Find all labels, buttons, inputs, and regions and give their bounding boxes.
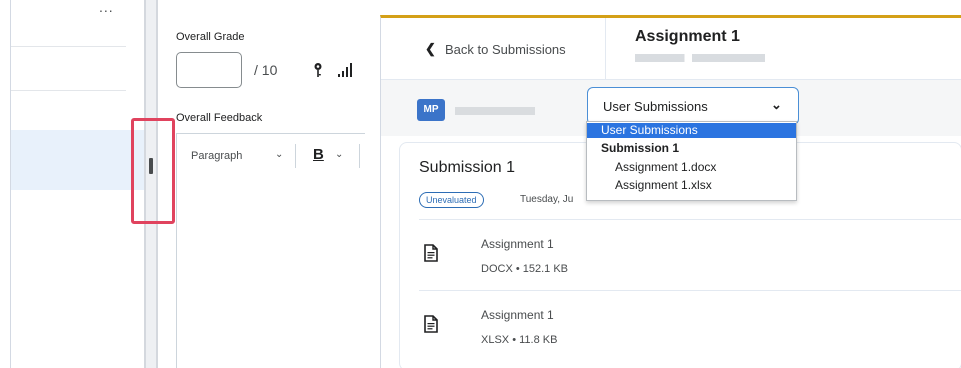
app-root: ... Overall Grade / 10 Overall Feedback … xyxy=(0,0,961,368)
assignment-subtitle-blurred xyxy=(635,54,765,62)
dropdown-option-user-submissions[interactable]: User Submissions xyxy=(587,123,796,138)
file-meta: DOCX • 152.1 KB xyxy=(481,263,568,275)
document-icon xyxy=(424,315,438,333)
toolbar-separator xyxy=(295,144,296,168)
student-name-blurred xyxy=(455,107,535,115)
assignment-title: Assignment 1 xyxy=(635,28,740,45)
file-row[interactable]: Assignment 1 DOCX • 152.1 KB xyxy=(419,219,961,289)
editor-toolbar: Paragraph ⌄ B ⌄ xyxy=(177,134,366,176)
submission-dropdown-menu: User Submissions Submission 1 Assignment… xyxy=(586,121,797,201)
overall-grade-label: Overall Grade xyxy=(176,31,245,43)
submission-title: Submission 1 xyxy=(419,159,516,176)
submission-date: Tuesday, Ju xyxy=(520,194,574,205)
file-name[interactable]: Assignment 1 xyxy=(481,237,554,251)
file-type: XLSX xyxy=(481,334,510,346)
dropdown-option-xlsx[interactable]: Assignment 1.xlsx xyxy=(587,178,796,193)
file-size: 11.8 KB xyxy=(519,334,558,346)
grading-panel: ... Overall Grade / 10 Overall Feedback … xyxy=(0,0,365,368)
chevron-down-icon[interactable]: ⌄ xyxy=(275,149,283,160)
chevron-down-icon[interactable]: ⌄ xyxy=(771,97,782,113)
avatar: MP xyxy=(417,99,445,121)
list-divider xyxy=(11,90,126,91)
header-separator xyxy=(605,18,606,80)
dropdown-group-submission-1: Submission 1 xyxy=(601,141,680,155)
file-type: DOCX xyxy=(481,263,513,275)
submission-header: ❮ Back to Submissions Assignment 1 xyxy=(381,18,961,80)
feedback-editor[interactable]: Paragraph ⌄ B ⌄ xyxy=(176,133,365,368)
file-name[interactable]: Assignment 1 xyxy=(481,308,554,322)
more-options-icon[interactable]: ... xyxy=(99,0,114,14)
status-badge: Unevaluated xyxy=(419,192,484,208)
file-size: 152.1 KB xyxy=(522,263,569,275)
overall-feedback-label: Overall Feedback xyxy=(176,112,263,124)
grade-input[interactable] xyxy=(176,52,242,88)
back-to-submissions-link[interactable]: Back to Submissions xyxy=(445,42,566,57)
stats-bars-icon[interactable] xyxy=(338,63,352,77)
file-meta: XLSX • 11.8 KB xyxy=(481,334,557,346)
meta-dot: • xyxy=(515,263,523,275)
chevron-left-icon[interactable]: ❮ xyxy=(425,41,436,57)
submission-select[interactable]: User Submissions ⌄ xyxy=(587,87,799,125)
key-icon[interactable] xyxy=(312,62,324,78)
bold-button[interactable]: B xyxy=(313,146,324,163)
file-row[interactable]: Assignment 1 XLSX • 11.8 KB xyxy=(419,290,961,360)
toolbar-separator xyxy=(359,144,360,168)
paragraph-format-select[interactable]: Paragraph xyxy=(191,150,242,162)
callout-highlight-box xyxy=(131,118,175,224)
list-divider xyxy=(11,46,126,47)
grade-max-value: / 10 xyxy=(254,62,278,78)
grade-section: Overall Grade / 10 Overall Feedback Para… xyxy=(174,0,365,368)
chevron-down-icon[interactable]: ⌄ xyxy=(335,149,343,160)
dropdown-option-docx[interactable]: Assignment 1.docx xyxy=(587,160,796,175)
document-icon xyxy=(424,244,438,262)
submission-select-value: User Submissions xyxy=(603,99,708,114)
